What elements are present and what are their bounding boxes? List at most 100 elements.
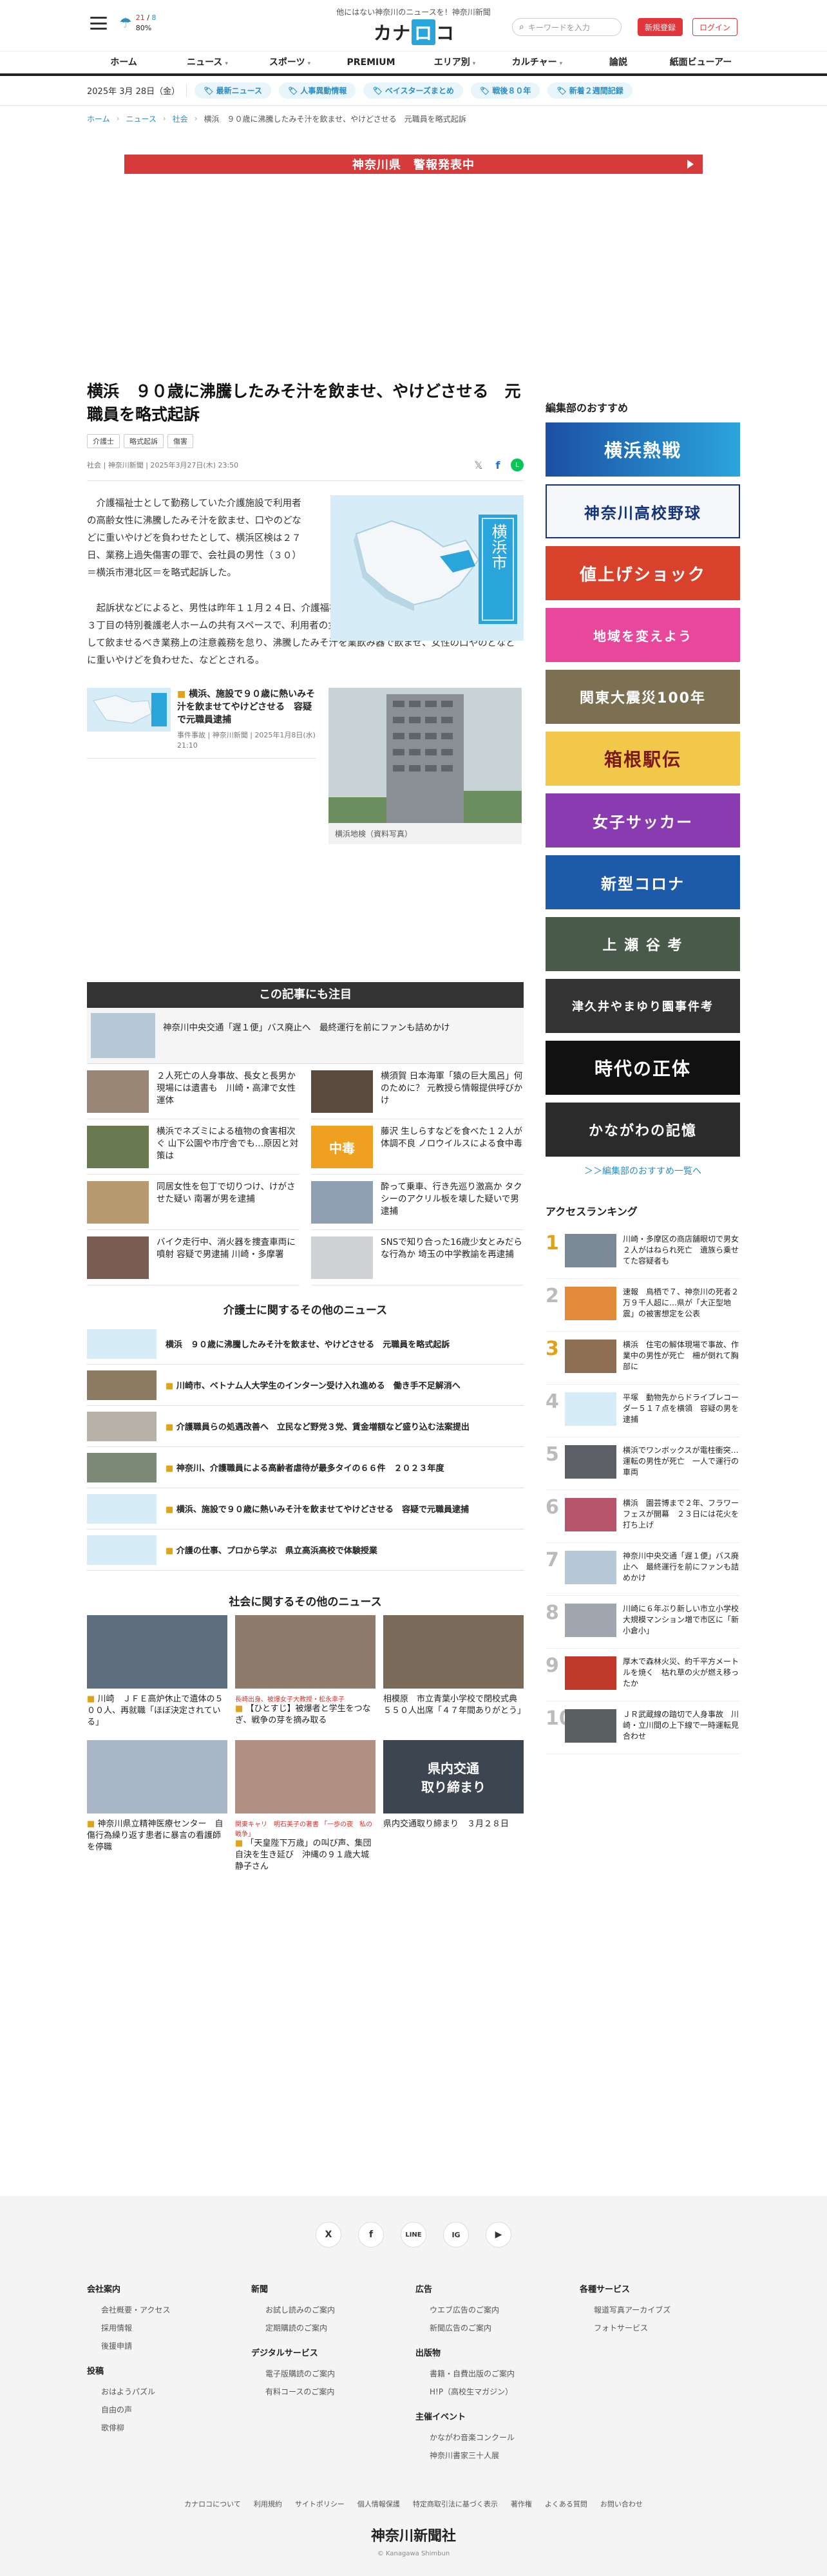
footer-link[interactable]: H!P（高校生マガジン） bbox=[415, 2383, 580, 2401]
footer-link[interactable]: 特定商取引法に基づく表示 bbox=[413, 2499, 498, 2509]
tag[interactable]: 傷害 bbox=[167, 434, 193, 448]
footer-link[interactable]: 書籍・自費出版のご案内 bbox=[415, 2365, 580, 2383]
breadcrumb-news[interactable]: ニュース bbox=[126, 113, 156, 124]
footer-link[interactable]: 著作権 bbox=[511, 2499, 532, 2509]
footer-link[interactable]: 自由の声 bbox=[87, 2401, 251, 2419]
recommend-more-link[interactable]: ＞＞編集部のおすすめ一覧へ bbox=[546, 1164, 740, 1177]
nav-item[interactable]: 論説 bbox=[578, 52, 661, 73]
footer-link[interactable]: 採用情報 bbox=[87, 2319, 251, 2337]
footer-link[interactable]: 後援申請 bbox=[87, 2337, 251, 2355]
footer-link[interactable]: よくある質問 bbox=[545, 2499, 587, 2509]
nav-item[interactable]: ニュース ▾ bbox=[166, 52, 249, 73]
list-item[interactable]: ■ 介護職員らの処遇改善へ 立民など野党３党、賃金増額など盛り込む法案提出 bbox=[87, 1406, 524, 1447]
banner-corona[interactable]: 新型コロナ bbox=[546, 855, 740, 909]
footer-link[interactable]: サイトポリシー bbox=[295, 2499, 345, 2509]
nav-item[interactable]: カルチャー ▾ bbox=[496, 52, 578, 73]
list-item[interactable]: ■ 川崎市、ベトナム人大学生のインターン受け入れ進める 働き手不足解消へ bbox=[87, 1365, 524, 1406]
nav-item[interactable]: スポーツ ▾ bbox=[249, 52, 331, 73]
breadcrumb-home[interactable]: ホーム bbox=[87, 113, 110, 124]
banner-neage[interactable]: 値上げショック bbox=[546, 546, 740, 600]
list-item[interactable]: 横須賀 日本海軍「猿の巨大風呂」何のために？ 元教授ら情報提供呼びかけ bbox=[311, 1064, 524, 1119]
tag[interactable]: 介護士 bbox=[87, 434, 120, 448]
site-logo[interactable]: カナロコ bbox=[374, 19, 455, 45]
quick-link-chip[interactable]: 🏷 最新ニュース bbox=[195, 82, 271, 99]
banner-joshi-soccer[interactable]: 女子サッカー bbox=[546, 793, 740, 848]
register-button[interactable]: 新規登録 bbox=[638, 18, 683, 36]
footer-link[interactable]: 電子版購読のご案内 bbox=[251, 2365, 415, 2383]
banner-koe[interactable]: 地域を変えよう bbox=[546, 608, 740, 662]
list-item[interactable]: 酔って乗車、行き先巡り激高か タクシーのアクリル板を壊した疑いで男逮捕 bbox=[311, 1175, 524, 1230]
list-item[interactable]: ２人死亡の人身事故、長女と長男か 現場には遺書も 川崎・高津で女性運体 bbox=[87, 1064, 305, 1119]
list-item[interactable]: ■ 介護の仕事、プロから学ぶ 県立高浜高校で体験授業 bbox=[87, 1530, 524, 1571]
footer-link[interactable]: 新聞広告のご案内 bbox=[415, 2319, 580, 2337]
youtube-icon[interactable]: ▶ bbox=[486, 2222, 511, 2248]
news-card[interactable]: 相模原 市立青葉小学校で閉校式典 ５５０人出席「４７年間ありがとう」 bbox=[383, 1615, 526, 1728]
banner-baystars[interactable]: 横浜熱戦 bbox=[546, 422, 740, 477]
list-item[interactable]: 横浜でネズミによる植物の食害相次ぐ 山下公園や市庁舎でも…原因と対策は bbox=[87, 1119, 299, 1175]
facebook-icon[interactable]: f bbox=[358, 2222, 384, 2248]
x-icon[interactable]: X bbox=[316, 2222, 341, 2248]
footer-link[interactable]: お問い合わせ bbox=[600, 2499, 643, 2509]
list-item[interactable]: ■ 神奈川、介護職員による高齢者虐待が最多タイの６６件 ２０２３年度 bbox=[87, 1447, 524, 1488]
news-card[interactable]: ■ 川崎 ＪＦＥ高炉休止で遺体の５００人、再就職「ほぼ決定されている」 bbox=[87, 1615, 227, 1728]
nav-item[interactable]: ホーム bbox=[84, 52, 166, 73]
banner-kanagawa-kioku[interactable]: かながわの記憶 bbox=[546, 1103, 740, 1157]
footer-logo[interactable]: 神奈川新聞社 bbox=[0, 2524, 827, 2545]
line-icon[interactable]: LINE bbox=[401, 2222, 426, 2248]
quick-link-chip[interactable]: 🏷 人事異動情報 bbox=[279, 82, 356, 99]
search-input[interactable]: ⌕ キーワードを入力 bbox=[512, 18, 622, 36]
nav-item[interactable]: PREMIUM bbox=[331, 52, 414, 73]
footer-link[interactable]: おはようパズル bbox=[87, 2383, 251, 2401]
banner-koukou-yakyu[interactable]: 神奈川高校野球 bbox=[546, 484, 740, 538]
nav-item[interactable]: 紙面ビューアー bbox=[661, 52, 743, 73]
footer-link[interactable]: ウエブ広告のご案内 bbox=[415, 2301, 580, 2319]
footer-link[interactable]: お試し読みのご案内 bbox=[251, 2301, 415, 2319]
ranking-item[interactable]: 8 川崎に６年ぶり新しい市立小学校 大規模マンション増で市区に「新小倉小」 bbox=[546, 1596, 746, 1649]
banner-yamayuri[interactable]: 津久井やまゆり園事件考 bbox=[546, 979, 740, 1033]
list-item[interactable]: バイク走行中、消火器を捜査車両に噴射 容疑で男逮捕 川崎・多摩署 bbox=[87, 1230, 299, 1285]
news-card[interactable]: 長崎出身、被爆女子大教授・松永幸子 ■ 【ひとすじ】被爆者と学生をつなぎ、戦争の芽… bbox=[235, 1615, 375, 1728]
footer-link[interactable]: 有料コースのご案内 bbox=[251, 2383, 415, 2401]
list-item[interactable]: ■ 横浜、施設で９０歳に熱いみそ汁を飲ませてやけどさせる 容疑で元職員逮捕 bbox=[87, 1488, 524, 1530]
ranking-item[interactable]: 1 川崎・多摩区の商店舗眼切で男女２人がはねられ死亡 遺族ら乗せてた容疑者も bbox=[546, 1226, 740, 1279]
breadcrumb-social[interactable]: 社会 bbox=[173, 113, 188, 124]
footer-link[interactable]: 個人情報保護 bbox=[357, 2499, 400, 2509]
list-item[interactable]: 横浜 ９０歳に沸騰したみそ汁を飲ませ、やけどさせる 元職員を略式起訴 bbox=[87, 1323, 524, 1365]
ranking-item[interactable]: 9 厚木で森林火災、約千平方メートルを焼く 枯れ草の火が燃え移ったか bbox=[546, 1649, 740, 1701]
footer-link[interactable]: 利用規約 bbox=[254, 2499, 282, 2509]
quick-link-chip[interactable]: 🏷 戦後８０年 bbox=[470, 82, 540, 99]
list-item[interactable]: 中毒 藤沢 生しらすなどを食べた１２人が体調不良 ノロウイルスによる食中毒 bbox=[311, 1119, 524, 1175]
news-card[interactable]: 県内交通 取り締まり 県内交通取り締まり ３月２８日 bbox=[383, 1740, 524, 1873]
footer-link[interactable]: カナロコについて bbox=[184, 2499, 241, 2509]
nav-item[interactable]: エリア別 ▾ bbox=[414, 52, 496, 73]
footer-link[interactable]: 定期購読のご案内 bbox=[251, 2319, 415, 2337]
list-item[interactable]: 同居女性を包丁で切りつけ、けがさせた疑い 南署が男を逮捕 bbox=[87, 1175, 299, 1230]
instagram-icon[interactable]: IG bbox=[443, 2222, 469, 2248]
footer-link[interactable]: 報道写真アーカイブズ bbox=[580, 2301, 744, 2319]
quick-link-chip[interactable]: 🏷 新着２週間記録 bbox=[547, 82, 632, 99]
footer-link[interactable]: 神奈川書家三十人展 bbox=[415, 2447, 580, 2465]
ranking-item[interactable]: 7 神奈川中央交通「遅１便」バス廃止へ 最終運行を前にファンも詰めかけ bbox=[546, 1543, 740, 1596]
list-item[interactable]: SNSで知り合った16歳少女とみだらな行為か 埼玉の中学教諭を再逮捕 bbox=[311, 1230, 524, 1285]
banner-jidai-no-shotai[interactable]: 時代の正体 bbox=[546, 1041, 740, 1095]
ranking-item[interactable]: 10 ＪＲ武蔵線の踏切で人身事故 川崎・立川間の上下線で一時運転見合わせ bbox=[546, 1701, 740, 1754]
ranking-item[interactable]: 4 平塚 動物先からドライブレコーダー５１７点を横領 容疑の男を逮捕 bbox=[546, 1385, 740, 1437]
ranking-item[interactable]: 5 横浜でワンボックスが電柱衝突…運転の男性が死亡 一人で運行の車両 bbox=[546, 1437, 740, 1490]
line-share-icon[interactable]: L bbox=[511, 459, 524, 471]
news-card[interactable]: 関東キャリ 明石美子の著書 「一歩の夜 私の戦争」 ■ 「天皇陛下万歳」の叫び声、… bbox=[235, 1740, 375, 1873]
facebook-share-icon[interactable]: f bbox=[491, 459, 504, 471]
footer-link[interactable]: かながわ音楽コンクール bbox=[415, 2429, 580, 2447]
tag[interactable]: 略式起訴 bbox=[124, 434, 164, 448]
menu-icon[interactable] bbox=[90, 17, 107, 30]
x-share-icon[interactable]: 𝕏 bbox=[472, 459, 485, 471]
feature-article[interactable]: 神奈川中央交通「遅１便」バス廃止へ 最終運行を前にファンも詰めかけ bbox=[87, 1008, 524, 1064]
quick-link-chip[interactable]: 🏷 ベイスターズまとめ bbox=[363, 82, 463, 99]
ranking-item[interactable]: 2 速報 鳥栖で７、神奈川の死者２万９千人超に…県が「大正型地震」の被害想定を公表 bbox=[546, 1279, 740, 1332]
banner-kanto-daishinsai[interactable]: 関東大震災100年 bbox=[546, 670, 740, 724]
weather-alert-banner[interactable]: 神奈川県 警報発表中 bbox=[124, 155, 703, 174]
related-article-card[interactable]: ■ 横浜、施設で９０歳に熱いみそ汁を飲ませてやけどさせる 容疑で元職員逮捕 事件… bbox=[87, 688, 316, 759]
news-card[interactable]: ■ 神奈川県立精神医療センター 自傷行為繰り返す患者に暴言の看護師を停職 bbox=[87, 1740, 227, 1873]
footer-link[interactable]: フォトサービス bbox=[580, 2319, 744, 2337]
banner-kamiseya[interactable]: 上 瀬 谷 考 bbox=[546, 917, 740, 971]
banner-hakone-ekiden[interactable]: 箱根駅伝 bbox=[546, 732, 740, 786]
